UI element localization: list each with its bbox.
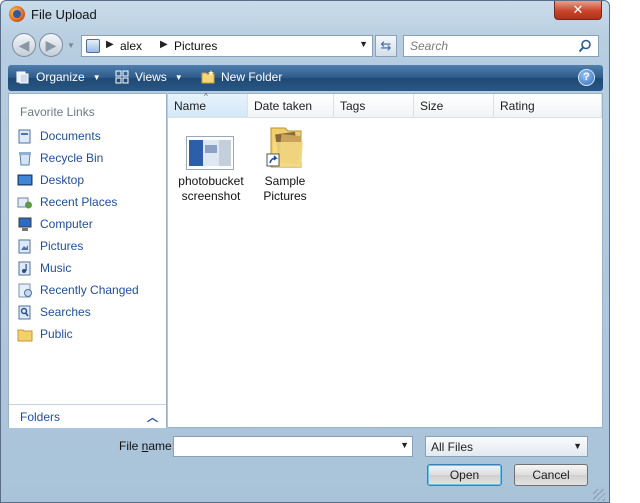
- sidebar-item-label: Recent Places: [40, 195, 118, 209]
- sidebar-item-label: Recently Changed: [40, 283, 139, 297]
- address-bar[interactable]: ▶ alex ▶ Pictures ▼: [81, 35, 373, 57]
- file-item-sample-pictures[interactable]: Sample Pictures: [245, 122, 325, 204]
- resize-grip[interactable]: [593, 489, 605, 501]
- computer-icon: [18, 217, 32, 231]
- column-label: Tags: [340, 99, 366, 113]
- navigation-pane: Favorite Links Documents Recycle Bin Des…: [8, 93, 167, 428]
- sidebar-item-recycle-bin[interactable]: Recycle Bin: [14, 149, 164, 169]
- file-name-field[interactable]: ▼: [173, 436, 413, 457]
- chevron-down-icon[interactable]: ▼: [400, 440, 409, 450]
- sidebar-item-desktop[interactable]: Desktop: [14, 171, 164, 191]
- chevron-down-icon[interactable]: ▼: [573, 441, 582, 451]
- refresh-button[interactable]: ⇆: [375, 35, 397, 57]
- chevron-down-icon: ▼: [174, 73, 183, 82]
- breadcrumb-alex[interactable]: alex: [120, 39, 142, 53]
- file-type-value: All Files: [431, 440, 474, 454]
- breadcrumb-arrow-icon[interactable]: ▶: [106, 39, 114, 50]
- recent-places-icon: [17, 197, 32, 209]
- command-bar: Organize ▼ Views ▼ New Folder ?: [8, 65, 603, 91]
- breadcrumb-arrow-icon[interactable]: ▶: [160, 39, 168, 50]
- desktop-icon: [17, 174, 33, 186]
- sidebar-item-computer[interactable]: Computer: [14, 215, 164, 235]
- recently-changed-icon: [18, 283, 32, 298]
- sidebar-item-label: Recycle Bin: [40, 151, 104, 165]
- sidebar-item-label: Searches: [40, 305, 91, 319]
- firefox-app-icon: [9, 6, 25, 22]
- file-type-select[interactable]: All Files ▼: [425, 436, 588, 457]
- sidebar-item-searches[interactable]: Searches: [14, 303, 164, 323]
- cancel-button[interactable]: Cancel: [514, 464, 588, 486]
- organize-button[interactable]: Organize ▼: [16, 70, 101, 86]
- sidebar-item-label: Public: [40, 327, 73, 341]
- sidebar-item-label: Pictures: [40, 239, 84, 253]
- sidebar-item-pictures[interactable]: Pictures: [14, 237, 164, 257]
- file-list-pane: Name ^ Date taken Tags Size Rating photo…: [168, 92, 603, 428]
- file-name-label: File name:: [119, 439, 176, 453]
- new-folder-button[interactable]: New Folder: [201, 70, 282, 86]
- views-label: Views: [135, 70, 167, 84]
- file-name: Sample Pictures: [263, 174, 307, 203]
- folders-label: Folders: [20, 410, 61, 424]
- documents-icon: [18, 129, 31, 144]
- sidebar-item-recent-places[interactable]: Recent Places: [14, 193, 164, 213]
- column-header-date-taken[interactable]: Date taken: [248, 94, 334, 118]
- column-label: Date taken: [254, 99, 313, 113]
- column-header-tags[interactable]: Tags: [334, 94, 414, 118]
- column-label: Rating: [500, 99, 535, 113]
- search-box[interactable]: Search: [403, 35, 599, 57]
- title-bar[interactable]: File Upload ✕: [1, 1, 609, 29]
- background: [610, 0, 640, 503]
- views-icon: [115, 70, 129, 84]
- column-header-size[interactable]: Size: [414, 94, 494, 118]
- views-button[interactable]: Views ▼: [115, 70, 183, 86]
- close-button[interactable]: ✕: [554, 1, 602, 20]
- location-folder-icon: [86, 39, 100, 53]
- organize-icon: [16, 71, 29, 84]
- column-label: Name: [174, 99, 207, 113]
- column-label: Size: [420, 99, 444, 113]
- sidebar-item-label: Computer: [40, 217, 93, 231]
- search-icon[interactable]: [578, 39, 592, 53]
- favorite-links-header: Favorite Links: [20, 105, 95, 119]
- chevron-down-icon: ▼: [92, 73, 101, 82]
- new-folder-icon: [201, 70, 215, 84]
- searches-icon: [18, 305, 31, 320]
- breadcrumb-pictures[interactable]: Pictures: [174, 39, 217, 53]
- recycle-bin-icon: [19, 152, 31, 166]
- address-history-dropdown-icon[interactable]: ▼: [359, 39, 368, 49]
- sidebar-item-label: Documents: [40, 129, 101, 143]
- sort-ascending-icon: ^: [204, 92, 208, 101]
- forward-button[interactable]: ▶: [39, 33, 63, 57]
- file-upload-dialog: File Upload ✕ ◀ ▶ ▼ ▶ alex ▶ Pictures ▼ …: [0, 0, 610, 503]
- sidebar-item-public[interactable]: Public: [14, 325, 164, 345]
- open-button[interactable]: Open: [427, 464, 502, 486]
- sidebar-item-label: Desktop: [40, 173, 85, 187]
- shortcut-folder-icon: [266, 127, 303, 168]
- pictures-icon: [18, 239, 31, 254]
- dialog-title: File Upload: [31, 7, 97, 22]
- folders-toggle[interactable]: Folders ︿: [9, 404, 166, 428]
- sidebar-item-recently-changed[interactable]: Recently Changed: [14, 281, 164, 301]
- public-folder-icon: [17, 329, 33, 342]
- back-button[interactable]: ◀: [12, 33, 36, 57]
- sidebar-item-label: Music: [40, 261, 72, 275]
- column-header-rating[interactable]: Rating: [494, 94, 602, 118]
- screenshot-thumbnail-icon: [186, 136, 234, 170]
- chevron-up-icon[interactable]: ︿: [147, 409, 158, 425]
- organize-label: Organize: [36, 70, 85, 84]
- music-icon: [18, 261, 31, 276]
- new-folder-label: New Folder: [221, 70, 283, 84]
- search-input[interactable]: Search: [410, 39, 448, 53]
- file-name: photobucket screenshot: [178, 174, 244, 203]
- sidebar-item-music[interactable]: Music: [14, 259, 164, 279]
- recent-pages-dropdown-icon[interactable]: ▼: [67, 41, 75, 50]
- column-header-name[interactable]: Name ^: [168, 92, 248, 118]
- sidebar-item-documents[interactable]: Documents: [14, 127, 164, 147]
- file-item-photobucket-screenshot[interactable]: photobucket screenshot: [171, 122, 251, 204]
- navigation-bar: ◀ ▶ ▼ ▶ alex ▶ Pictures ▼ ⇆ Search: [1, 31, 609, 61]
- help-icon[interactable]: ?: [578, 69, 595, 86]
